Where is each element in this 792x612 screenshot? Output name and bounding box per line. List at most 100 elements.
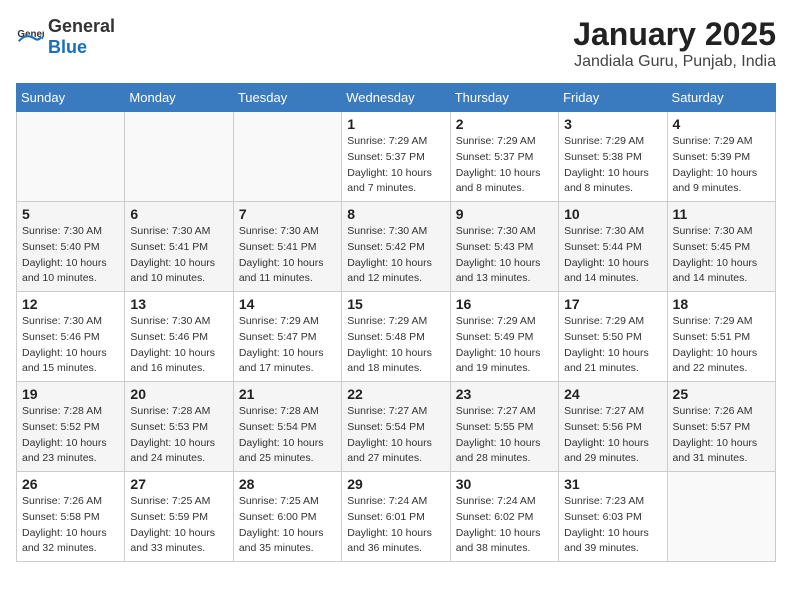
day-number: 6 (130, 206, 227, 222)
calendar-title: January 2025 (573, 16, 776, 53)
day-cell: 4 Sunrise: 7:29 AMSunset: 5:39 PMDaylight… (667, 112, 775, 202)
day-info: Sunrise: 7:30 AMSunset: 5:44 PMDaylight:… (564, 224, 661, 287)
day-number: 10 (564, 206, 661, 222)
day-cell: 29Sunrise: 7:24 AMSunset: 6:01 PMDayligh… (342, 472, 450, 562)
day-number: 7 (239, 206, 336, 222)
day-number: 14 (239, 296, 336, 312)
day-cell: 21 Sunrise: 7:28 AMSunset: 5:54 PMDayligh… (233, 382, 341, 472)
day-number: 17 (564, 296, 661, 312)
day-info: Sunrise: 7:30 AMSunset: 5:41 PMDaylight:… (130, 224, 227, 287)
day-info: Sunrise: 7:29 AMSunset: 5:39 PMDaylight:… (673, 134, 770, 197)
day-info: Sunrise: 7:25 AMSunset: 6:00 PMDaylight:… (239, 494, 336, 557)
day-info: Sunrise: 7:29 AMSunset: 5:37 PMDaylight:… (456, 134, 553, 197)
day-info: Sunrise: 7:30 AMSunset: 5:43 PMDaylight:… (456, 224, 553, 287)
day-cell: 11 Sunrise: 7:30 AMSunset: 5:45 PMDayligh… (667, 202, 775, 292)
week-row-4: 19Sunrise: 7:28 AMSunset: 5:52 PMDayligh… (17, 382, 776, 472)
day-number: 16 (456, 296, 553, 312)
day-cell: 25 Sunrise: 7:26 AMSunset: 5:57 PMDayligh… (667, 382, 775, 472)
day-info: Sunrise: 7:29 AMSunset: 5:38 PMDaylight:… (564, 134, 661, 197)
day-number: 3 (564, 116, 661, 132)
day-cell: 28 Sunrise: 7:25 AMSunset: 6:00 PMDayligh… (233, 472, 341, 562)
day-cell: 7 Sunrise: 7:30 AMSunset: 5:41 PMDaylight… (233, 202, 341, 292)
day-cell: 14 Sunrise: 7:29 AMSunset: 5:47 PMDayligh… (233, 292, 341, 382)
day-number: 13 (130, 296, 227, 312)
day-info: Sunrise: 7:30 AMSunset: 5:41 PMDaylight:… (239, 224, 336, 287)
logo-general: General (48, 16, 115, 36)
day-info: Sunrise: 7:30 AMSunset: 5:46 PMDaylight:… (130, 314, 227, 377)
day-cell: 23 Sunrise: 7:27 AMSunset: 5:55 PMDayligh… (450, 382, 558, 472)
day-info: Sunrise: 7:24 AMSunset: 6:02 PMDaylight:… (456, 494, 553, 557)
day-cell: 8Sunrise: 7:30 AMSunset: 5:42 PMDaylight… (342, 202, 450, 292)
day-number: 1 (347, 116, 444, 132)
week-row-3: 12Sunrise: 7:30 AMSunset: 5:46 PMDayligh… (17, 292, 776, 382)
day-cell: 15 Sunrise: 7:29 AMSunset: 5:48 PMDayligh… (342, 292, 450, 382)
weekday-header-saturday: Saturday (667, 84, 775, 112)
day-info: Sunrise: 7:26 AMSunset: 5:57 PMDaylight:… (673, 404, 770, 467)
day-number: 20 (130, 386, 227, 402)
day-info: Sunrise: 7:30 AMSunset: 5:46 PMDaylight:… (22, 314, 119, 377)
week-row-5: 26Sunrise: 7:26 AMSunset: 5:58 PMDayligh… (17, 472, 776, 562)
day-number: 22 (347, 386, 444, 402)
day-info: Sunrise: 7:29 AMSunset: 5:48 PMDaylight:… (347, 314, 444, 377)
day-cell: 9Sunrise: 7:30 AMSunset: 5:43 PMDaylight… (450, 202, 558, 292)
logo-blue: Blue (48, 37, 87, 57)
week-row-2: 5 Sunrise: 7:30 AMSunset: 5:40 PMDaylight… (17, 202, 776, 292)
day-number: 18 (673, 296, 770, 312)
week-row-1: 1 Sunrise: 7:29 AMSunset: 5:37 PMDaylight… (17, 112, 776, 202)
day-number: 21 (239, 386, 336, 402)
day-cell (125, 112, 233, 202)
day-number: 5 (22, 206, 119, 222)
day-info: Sunrise: 7:29 AMSunset: 5:49 PMDaylight:… (456, 314, 553, 377)
day-info: Sunrise: 7:29 AMSunset: 5:37 PMDaylight:… (347, 134, 444, 197)
day-number: 25 (673, 386, 770, 402)
calendar-table: SundayMondayTuesdayWednesdayThursdayFrid… (16, 83, 776, 562)
weekday-header-friday: Friday (559, 84, 667, 112)
weekday-header-monday: Monday (125, 84, 233, 112)
day-cell: 3 Sunrise: 7:29 AMSunset: 5:38 PMDaylight… (559, 112, 667, 202)
day-cell: 26Sunrise: 7:26 AMSunset: 5:58 PMDayligh… (17, 472, 125, 562)
day-number: 2 (456, 116, 553, 132)
day-cell: 30Sunrise: 7:24 AMSunset: 6:02 PMDayligh… (450, 472, 558, 562)
calendar-subtitle: Jandiala Guru, Punjab, India (573, 53, 776, 71)
day-number: 8 (347, 206, 444, 222)
day-number: 4 (673, 116, 770, 132)
day-cell: 17 Sunrise: 7:29 AMSunset: 5:50 PMDayligh… (559, 292, 667, 382)
day-number: 11 (673, 206, 770, 222)
day-cell (667, 472, 775, 562)
day-cell: 5 Sunrise: 7:30 AMSunset: 5:40 PMDaylight… (17, 202, 125, 292)
day-info: Sunrise: 7:29 AMSunset: 5:51 PMDaylight:… (673, 314, 770, 377)
day-number: 23 (456, 386, 553, 402)
day-cell (17, 112, 125, 202)
day-cell: 27Sunrise: 7:25 AMSunset: 5:59 PMDayligh… (125, 472, 233, 562)
day-info: Sunrise: 7:27 AMSunset: 5:54 PMDaylight:… (347, 404, 444, 467)
weekday-header-wednesday: Wednesday (342, 84, 450, 112)
logo-icon: General (16, 23, 44, 51)
day-number: 28 (239, 476, 336, 492)
day-cell: 10 Sunrise: 7:30 AMSunset: 5:44 PMDayligh… (559, 202, 667, 292)
day-info: Sunrise: 7:29 AMSunset: 5:50 PMDaylight:… (564, 314, 661, 377)
day-number: 26 (22, 476, 119, 492)
day-cell: 31Sunrise: 7:23 AMSunset: 6:03 PMDayligh… (559, 472, 667, 562)
weekday-header-sunday: Sunday (17, 84, 125, 112)
day-info: Sunrise: 7:30 AMSunset: 5:45 PMDaylight:… (673, 224, 770, 287)
day-number: 19 (22, 386, 119, 402)
page-header: General General Blue January 2025 Jandia… (16, 16, 776, 71)
day-cell: 24Sunrise: 7:27 AMSunset: 5:56 PMDayligh… (559, 382, 667, 472)
logo: General General Blue (16, 16, 115, 58)
day-info: Sunrise: 7:25 AMSunset: 5:59 PMDaylight:… (130, 494, 227, 557)
day-info: Sunrise: 7:28 AMSunset: 5:53 PMDaylight:… (130, 404, 227, 467)
day-cell: 12Sunrise: 7:30 AMSunset: 5:46 PMDayligh… (17, 292, 125, 382)
weekday-header-row: SundayMondayTuesdayWednesdayThursdayFrid… (17, 84, 776, 112)
day-cell: 22 Sunrise: 7:27 AMSunset: 5:54 PMDayligh… (342, 382, 450, 472)
day-info: Sunrise: 7:28 AMSunset: 5:54 PMDaylight:… (239, 404, 336, 467)
day-cell: 1 Sunrise: 7:29 AMSunset: 5:37 PMDaylight… (342, 112, 450, 202)
day-info: Sunrise: 7:23 AMSunset: 6:03 PMDaylight:… (564, 494, 661, 557)
day-info: Sunrise: 7:30 AMSunset: 5:40 PMDaylight:… (22, 224, 119, 287)
day-cell: 13 Sunrise: 7:30 AMSunset: 5:46 PMDayligh… (125, 292, 233, 382)
day-cell: 20 Sunrise: 7:28 AMSunset: 5:53 PMDayligh… (125, 382, 233, 472)
title-block: January 2025 Jandiala Guru, Punjab, Indi… (573, 16, 776, 71)
day-info: Sunrise: 7:27 AMSunset: 5:55 PMDaylight:… (456, 404, 553, 467)
day-number: 24 (564, 386, 661, 402)
day-number: 15 (347, 296, 444, 312)
day-info: Sunrise: 7:29 AMSunset: 5:47 PMDaylight:… (239, 314, 336, 377)
